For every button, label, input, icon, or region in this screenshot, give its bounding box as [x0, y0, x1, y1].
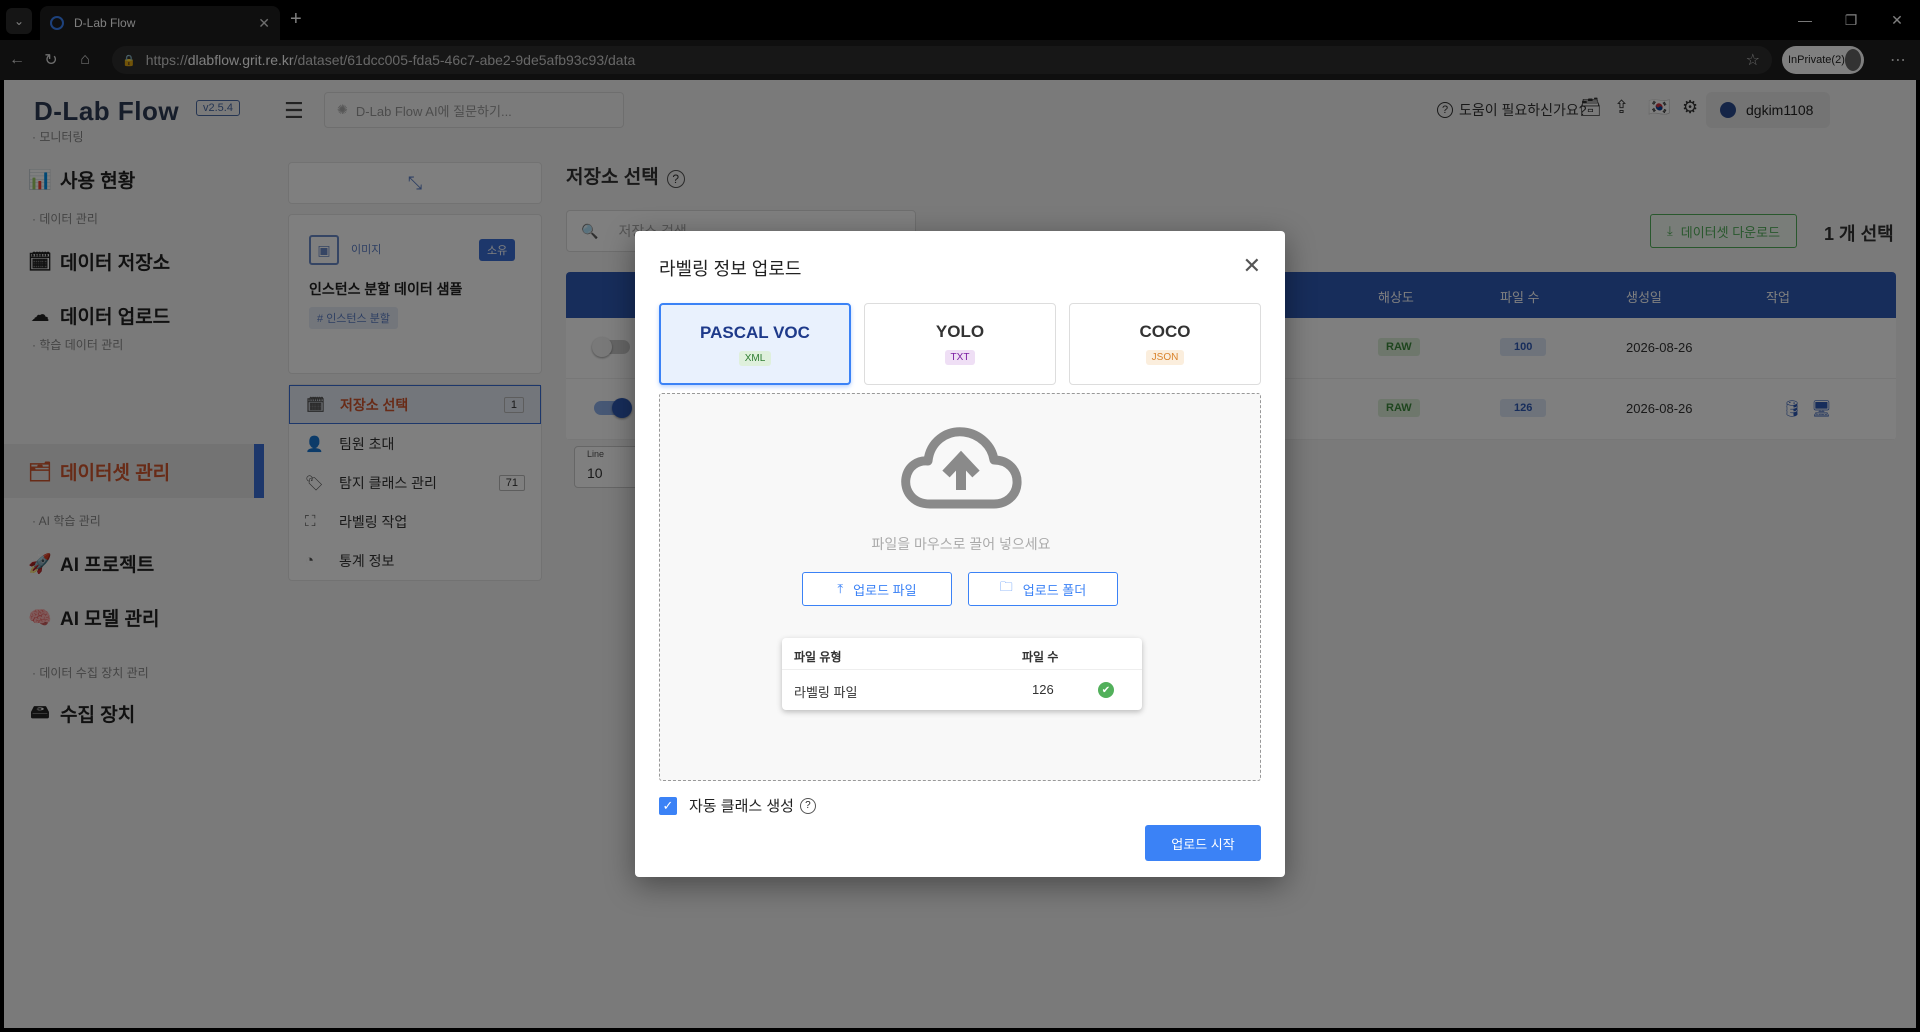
format-option-pascal-voc[interactable]: PASCAL VOC XML: [659, 303, 851, 385]
auto-class-option[interactable]: ✓ 자동 클래스 생성 ?: [659, 795, 816, 816]
file-drop-zone[interactable]: 파일을 마우스로 끌어 넣으세요 ⤒ 업로드 파일 🗀 업로드 폴더 파일 유형 파…: [659, 393, 1261, 781]
upload-file-label: 업로드 파일: [853, 582, 917, 598]
upload-icon: ⤒: [837, 581, 844, 596]
col-file-count: 파일 수: [1022, 650, 1059, 664]
dialog-title: 라벨링 정보 업로드: [659, 259, 802, 279]
upload-folder-label: 업로드 폴더: [1022, 582, 1087, 598]
format-name: YOLO: [935, 322, 985, 341]
col-file-type: 파일 유형: [794, 650, 842, 664]
format-option-yolo[interactable]: YOLO TXT: [864, 303, 1056, 385]
labeling-upload-dialog: 라벨링 정보 업로드 ✕ PASCAL VOC XML YOLO TXT COC…: [635, 231, 1285, 877]
file-summary-header: 파일 유형 파일 수: [782, 638, 1142, 670]
format-ext-badge: XML: [738, 351, 772, 366]
format-ext-badge: TXT: [944, 350, 976, 365]
check-circle-icon: ✔: [1098, 682, 1114, 698]
file-type-value: 라벨링 파일: [794, 685, 858, 700]
help-question-icon[interactable]: ?: [799, 797, 816, 814]
format-option-coco[interactable]: COCO JSON: [1069, 303, 1261, 385]
format-ext-badge: JSON: [1145, 350, 1185, 365]
auto-class-checkbox[interactable]: ✓: [659, 796, 677, 815]
upload-folder-button[interactable]: 🗀 업로드 폴더: [968, 572, 1118, 606]
file-summary-table: 파일 유형 파일 수 라벨링 파일 126 ✔: [782, 638, 1142, 710]
start-upload-button[interactable]: 업로드 시작: [1145, 825, 1261, 861]
cloud-upload-icon: [901, 427, 1022, 509]
format-name: PASCAL VOC: [700, 323, 810, 342]
auto-class-label: 자동 클래스 생성: [689, 798, 794, 815]
file-summary-row: 라벨링 파일 126 ✔: [782, 670, 1142, 710]
folder-upload-icon: 🗀: [999, 579, 1013, 594]
close-icon[interactable]: ✕: [1243, 253, 1261, 279]
format-name: COCO: [1139, 322, 1191, 341]
file-count-value: 126: [1032, 682, 1054, 697]
drop-hint: 파일을 마우스로 끌어 넣으세요: [871, 536, 1051, 552]
upload-file-button[interactable]: ⤒ 업로드 파일: [802, 572, 952, 606]
